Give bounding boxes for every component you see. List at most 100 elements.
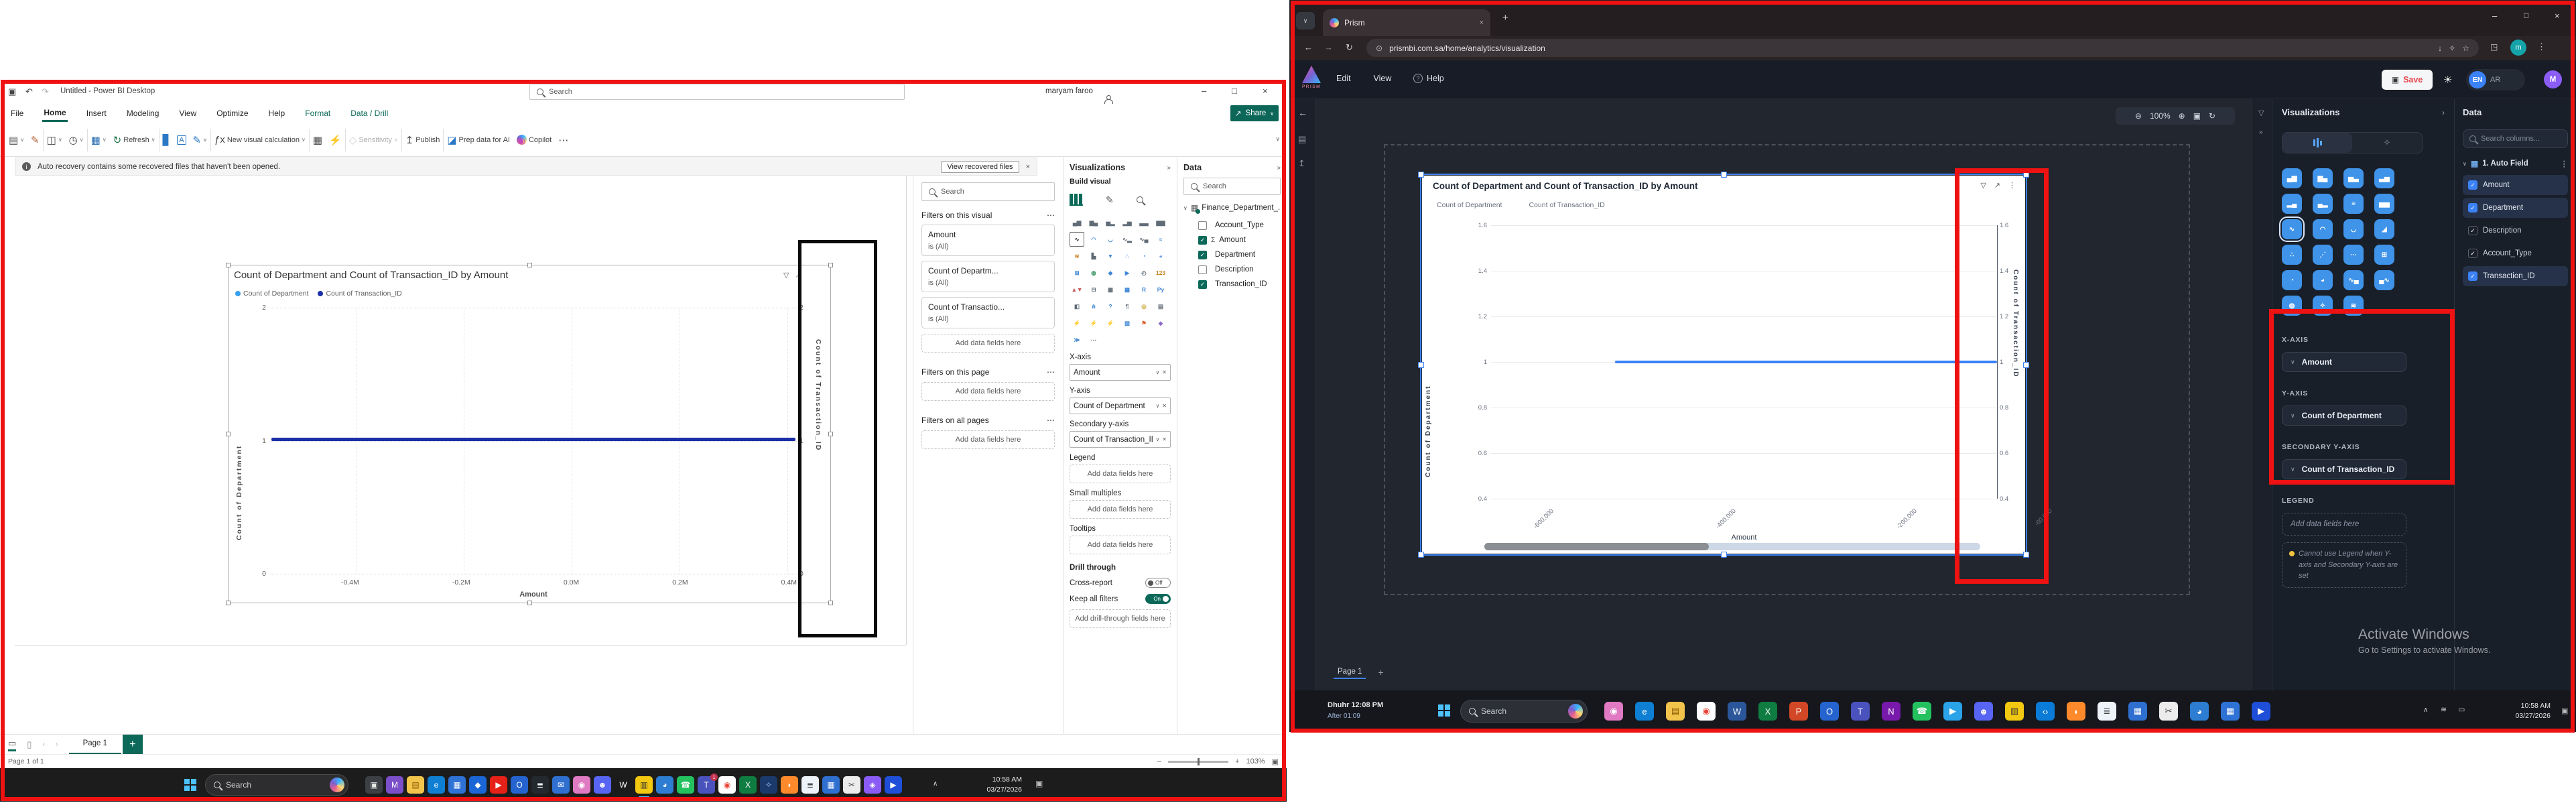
taskbar-app-icon[interactable]: ◉ (1604, 702, 1623, 721)
viz-type-icon[interactable]: ▅▃ (2343, 168, 2364, 188)
horizontal-scrollbar[interactable] (1484, 543, 1980, 550)
account-name[interactable]: maryam faroo (1045, 87, 1093, 95)
viz-type-icon[interactable]: ▅▅ (2374, 194, 2394, 214)
combo-chart-visual[interactable]: Count of Department and Count of Transac… (228, 265, 831, 603)
redo-icon[interactable]: ↷ (42, 86, 49, 97)
viz-type-icon[interactable]: ✧ (2313, 296, 2333, 316)
legend-dropzone[interactable]: Add data fields here (1070, 465, 1171, 483)
weather-widget[interactable]: Dhuhr 12:08 PM After 01:09 (1328, 700, 1383, 721)
taskbar-app-icon[interactable]: N (1882, 702, 1901, 721)
page-tab[interactable]: Page 1 (69, 735, 121, 755)
restore-button[interactable]: □ (1232, 86, 1237, 96)
viz-type-icon[interactable]: ≋ (2343, 296, 2364, 316)
field-row[interactable]: ✓ Description (2463, 221, 2568, 241)
fit-screen-icon[interactable]: ▣ (2193, 111, 2201, 121)
table-node[interactable]: ∨ ▦ 1. Auto Field ⋮ (2463, 159, 2568, 168)
viz-type-icon[interactable]: ◎ (1137, 299, 1151, 314)
taskbar-app-icon[interactable]: X (739, 776, 757, 794)
filter-icon[interactable]: ▽ (1980, 181, 1986, 190)
filters-add-field-dropzone[interactable]: Add data fields here (921, 430, 1055, 449)
taskbar-app-icon[interactable]: ▥ (635, 776, 653, 794)
taskbar-app-icon[interactable]: ≣ (801, 776, 819, 794)
remove-field-icon[interactable]: ✕ (1162, 403, 1167, 409)
save-icon[interactable]: ▣ (8, 86, 16, 97)
taskbar-app-icon[interactable]: ▶ (1943, 702, 1962, 721)
start-button[interactable] (1438, 704, 1450, 717)
viz-type-icon[interactable]: ▆▄ (1086, 215, 1101, 230)
ribbon-button[interactable]: ✎ ∨ (190, 127, 210, 153)
close-button[interactable]: × (1263, 86, 1268, 96)
viz-type-icon[interactable]: ◠ (2313, 219, 2333, 239)
filters-add-field-dropzone[interactable]: Add data fields here (921, 382, 1055, 401)
viz-type-icon[interactable]: ∿ (1070, 232, 1084, 247)
ribbon-button[interactable]: ⋯ ∨ (555, 127, 572, 153)
more-options-icon[interactable]: ⋯ (1047, 367, 1055, 377)
filter-card[interactable]: Amount is (All) (921, 225, 1055, 256)
y-axis-field-pill[interactable]: ∨ Count of Department (2282, 406, 2406, 426)
charts-tab[interactable] (2282, 133, 2352, 153)
columns-search-input[interactable]: Search columns... (2463, 129, 2568, 148)
analytics-tab[interactable] (1137, 196, 1143, 203)
viz-type-icon[interactable]: ◢ (2374, 219, 2394, 239)
viz-type-icon[interactable]: ▶ (1120, 265, 1135, 280)
chevron-down-icon[interactable]: ∨ (1155, 369, 1159, 375)
taskbar-app-icon[interactable]: ▤ (1666, 702, 1685, 721)
prev-page-icon[interactable]: ‹ (42, 741, 45, 749)
viz-type-icon[interactable]: ⚡ (1086, 316, 1101, 330)
taskbar-app-icon[interactable]: W (1728, 702, 1746, 721)
zoom-in-icon[interactable]: ⊕ (2179, 111, 2185, 121)
tray-chevron-icon[interactable]: ∧ (933, 780, 938, 788)
user-avatar[interactable]: M (2544, 70, 2562, 88)
collapse-pane-icon[interactable]: » (1167, 164, 1171, 172)
menu-item-contextual[interactable]: Format (304, 106, 332, 121)
viz-type-icon[interactable]: ▆▄ (2313, 168, 2333, 188)
viz-type-icon[interactable]: ◍ (1086, 265, 1101, 280)
taskbar-app-icon[interactable]: ☻ (1974, 702, 1993, 721)
viz-type-icon[interactable]: ▅▂ (1103, 215, 1118, 230)
taskbar-app-icon[interactable]: ▶ (490, 776, 507, 794)
filter-card[interactable]: Count of Transactio... is (All) (921, 297, 1055, 328)
taskbar-clock[interactable]: 10:58 AM 03/27/2026 (2484, 701, 2551, 721)
viz-type-icon[interactable]: ▄▆ (1070, 215, 1084, 230)
new-tab-icon[interactable]: + (1502, 12, 1508, 23)
save-button[interactable]: ▣ Save (2382, 70, 2433, 90)
field-row[interactable]: ✓ Σ Amount (1198, 233, 1281, 247)
tab-search-chevron-icon[interactable]: ∨ (1296, 12, 1315, 29)
viz-type-icon[interactable]: ▄▆ (2282, 168, 2302, 188)
x-axis-field-pill[interactable]: ∨ Amount (2282, 352, 2406, 372)
taskbar-app-icon[interactable]: ▦ (822, 776, 840, 794)
prism-chart-card[interactable]: Count of Department and Count of Transac… (1422, 176, 2025, 554)
data-search-input[interactable]: Search (1183, 178, 1281, 195)
design-canvas[interactable]: ⊖ 100% ⊕ ▣ ↻ Count of Department and Cou… (1316, 99, 2252, 690)
viz-type-icon[interactable]: ⊞ (2374, 245, 2394, 265)
ribbon-button[interactable]: ▦ ∨ (310, 127, 326, 153)
field-checkbox[interactable]: ✓ (1198, 280, 1207, 289)
ribbon-button[interactable]: ◫ ∨ (44, 127, 66, 153)
filter-icon[interactable]: ▽ (783, 271, 789, 280)
secondary-y-axis-field-pill[interactable]: ∨ Count of Transaction_ID (2282, 459, 2406, 479)
taskbar-search[interactable]: Search (1460, 700, 1588, 723)
new-page-button[interactable]: + (1378, 667, 1383, 678)
taskbar-app-icon[interactable]: O (1820, 702, 1839, 721)
tab-close-icon[interactable]: × (1480, 19, 1484, 27)
remove-field-icon[interactable]: ✕ (1162, 436, 1167, 442)
zoom-out-icon[interactable]: – (1157, 757, 1161, 765)
viz-type-icon[interactable]: ∿▄ (1137, 232, 1151, 247)
browser-tab[interactable]: Prism × (1323, 9, 1490, 36)
viz-type-icon[interactable]: ◴ (1137, 265, 1151, 280)
viz-type-icon[interactable]: ◈ (1153, 316, 1168, 330)
taskbar-app-icon[interactable]: X (1758, 702, 1777, 721)
theme-toggle-icon[interactable]: ☀ (2443, 74, 2452, 86)
viz-type-icon[interactable]: ▩ (1120, 282, 1135, 297)
export-icon[interactable]: ↥ (1298, 158, 1305, 169)
desktop-layout-icon[interactable]: ▭ (8, 738, 16, 751)
account-avatar-icon[interactable] (1104, 95, 1112, 103)
legend-item[interactable]: Count of Transaction_ID (1529, 201, 1604, 209)
viz-type-icon[interactable]: ≡ (2343, 194, 2364, 214)
field-checkbox[interactable]: ✓ (2468, 203, 2477, 212)
chevron-down-icon[interactable]: ∨ (1183, 205, 1187, 211)
next-page-icon[interactable]: › (56, 741, 58, 749)
report-canvas[interactable]: Count of Department and Count of Transac… (15, 176, 913, 734)
viz-type-icon[interactable]: ▤ (1153, 299, 1168, 314)
viz-type-icon[interactable]: ▙ (1086, 249, 1101, 263)
